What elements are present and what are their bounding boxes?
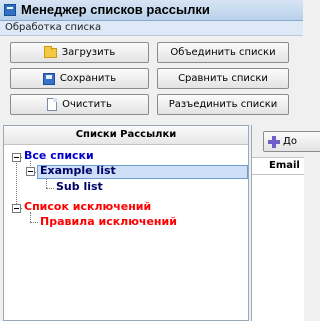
save-button-label: Сохранить <box>59 73 117 84</box>
load-button-label: Загрузить <box>61 47 116 58</box>
add-button[interactable]: До <box>263 131 320 152</box>
mailing-lists-tree: Списки Рассылки Все списки Example list … <box>3 125 249 321</box>
email-grid-panel: До Email <box>251 125 320 321</box>
tree-node-sub-list[interactable]: Sub list <box>56 180 103 193</box>
merge-lists-button[interactable]: Объединить списки <box>157 42 289 63</box>
compare-lists-button[interactable]: Сравнить списки <box>157 68 289 89</box>
app-icon <box>4 4 16 16</box>
save-button[interactable]: Сохранить <box>10 68 149 89</box>
add-button-label: До <box>283 136 297 147</box>
window-title-bar: Менеджер списков рассылки <box>0 0 303 21</box>
disk-icon <box>42 72 55 85</box>
email-column-header[interactable]: Email <box>252 157 304 175</box>
load-button[interactable]: Загрузить <box>10 42 149 63</box>
collapse-toggle-icon[interactable] <box>12 204 21 213</box>
tree-header: Списки Рассылки <box>4 126 248 145</box>
compare-button-label: Сравнить списки <box>178 73 268 84</box>
tree-node-example-list[interactable]: Example list <box>40 164 116 177</box>
tree-line <box>46 188 54 189</box>
tree-line <box>30 212 31 222</box>
tree-node-exclusion-list[interactable]: Список исключений <box>24 200 151 213</box>
clear-button-label: Очистить <box>62 99 112 110</box>
merge-button-label: Объединить списки <box>170 47 276 58</box>
collapse-toggle-icon[interactable] <box>26 167 35 176</box>
folder-icon <box>43 45 57 58</box>
page-icon <box>47 98 58 111</box>
tree-node-exclusion-rules[interactable]: Правила исключений <box>40 215 177 228</box>
split-lists-button[interactable]: Разъединить списки <box>157 94 289 115</box>
plus-icon <box>268 135 280 148</box>
tree-line <box>46 178 47 188</box>
tree-node-all-lists[interactable]: Все списки <box>24 149 94 162</box>
clear-button[interactable]: Очистить <box>10 94 149 115</box>
window-title: Менеджер списков рассылки <box>21 2 210 17</box>
tree-line <box>16 157 17 208</box>
split-button-label: Разъединить списки <box>168 99 278 110</box>
collapse-toggle-icon[interactable] <box>12 153 21 162</box>
tree-line <box>30 222 38 223</box>
group-header: Обработка списка <box>0 21 303 36</box>
email-grid-body <box>252 175 304 321</box>
group-title: Обработка списка <box>5 22 102 33</box>
